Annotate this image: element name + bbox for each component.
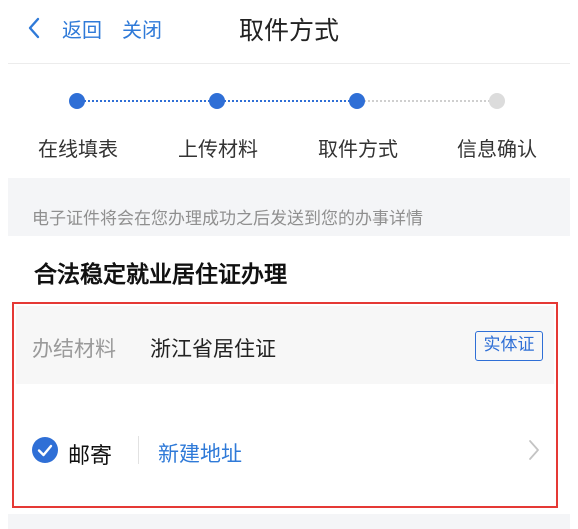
section-gap (8, 178, 570, 196)
step-label-2: 上传材料 (178, 137, 258, 161)
step-dot-3 (349, 93, 365, 109)
bottom-gap (8, 514, 570, 529)
step-dot-1 (69, 93, 85, 109)
notice-text: 电子证件将会在您办理成功之后发送到您的办事详情 (32, 209, 423, 229)
page-title: 取件方式 (238, 16, 339, 45)
navigation-bar: 返回 关闭 取件方式 (0, 0, 578, 56)
notice-bar: 电子证件将会在您办理成功之后发送到您的办事详情 (8, 196, 570, 236)
nav-divider (8, 63, 570, 64)
step-label-3: 取件方式 (318, 137, 398, 161)
progress-steps: 在线填表 上传材料 取件方式 信息确认 (0, 80, 578, 170)
section-title: 合法稳定就业居住证办理 (34, 262, 287, 288)
step-dot-4 (489, 93, 505, 109)
step-connector-3 (360, 100, 494, 102)
step-connector-2 (220, 100, 354, 102)
step-label-1: 在线填表 (38, 137, 118, 161)
highlight-box (12, 302, 558, 508)
step-label-4: 信息确认 (457, 137, 537, 161)
step-connector-1 (80, 100, 214, 102)
step-dot-2 (209, 93, 225, 109)
